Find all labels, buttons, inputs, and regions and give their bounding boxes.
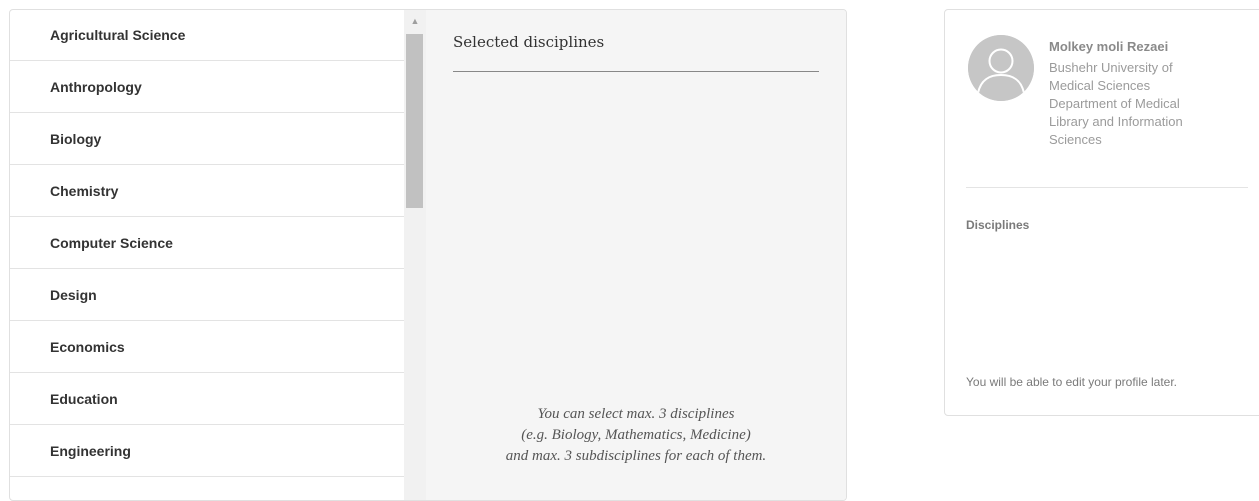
list-item-discipline[interactable]: Computer Science: [10, 217, 410, 269]
affiliation-line: Library and Information: [1049, 114, 1183, 129]
list-item-discipline[interactable]: Anthropology: [10, 61, 410, 113]
discipline-list[interactable]: Agricultural Science Anthropology Biolog…: [10, 10, 410, 500]
discipline-picker: Agricultural Science Anthropology Biolog…: [9, 9, 847, 501]
list-item-discipline[interactable]: Biology: [10, 113, 410, 165]
list-item-discipline[interactable]: Education: [10, 373, 410, 425]
hint-line: (e.g. Biology, Mathematics, Medicine): [521, 427, 751, 443]
scroll-up-arrow-icon[interactable]: ▲: [404, 10, 426, 32]
list-item-discipline[interactable]: Agricultural Science: [10, 10, 410, 61]
selected-disciplines-title: Selected disciplines: [453, 33, 605, 51]
selection-hint: You can select max. 3 disciplines (e.g. …: [426, 404, 846, 467]
affiliation-line: Sciences: [1049, 132, 1102, 147]
disciplines-label: Disciplines: [966, 218, 1030, 232]
affiliation-line: Department of Medical: [1049, 96, 1180, 111]
profile-name: Molkey moli Rezaei: [1049, 39, 1169, 54]
profile-affiliation: Bushehr University of Medical Sciences D…: [1049, 59, 1224, 149]
avatar-placeholder-icon: [968, 35, 1034, 101]
list-item-discipline[interactable]: Chemistry: [10, 165, 410, 217]
edit-profile-note: You will be able to edit your profile la…: [966, 375, 1178, 389]
list-scrollbar[interactable]: ▲: [404, 10, 426, 500]
selected-disciplines-panel: Selected disciplines You can select max.…: [426, 10, 846, 500]
hint-line: You can select max. 3 disciplines: [537, 406, 735, 422]
list-item-discipline[interactable]: Design: [10, 269, 410, 321]
affiliation-line: Bushehr University of: [1049, 60, 1173, 75]
list-item-discipline[interactable]: Engineering: [10, 425, 410, 477]
profile-card: Molkey moli Rezaei Bushehr University of…: [944, 9, 1259, 416]
title-divider: [453, 71, 819, 72]
scroll-thumb[interactable]: [406, 34, 423, 208]
affiliation-line: Medical Sciences: [1049, 78, 1151, 93]
hint-line: and max. 3 subdisciplines for each of th…: [505, 448, 767, 464]
list-item-discipline[interactable]: Economics: [10, 321, 410, 373]
card-divider: [966, 187, 1248, 188]
